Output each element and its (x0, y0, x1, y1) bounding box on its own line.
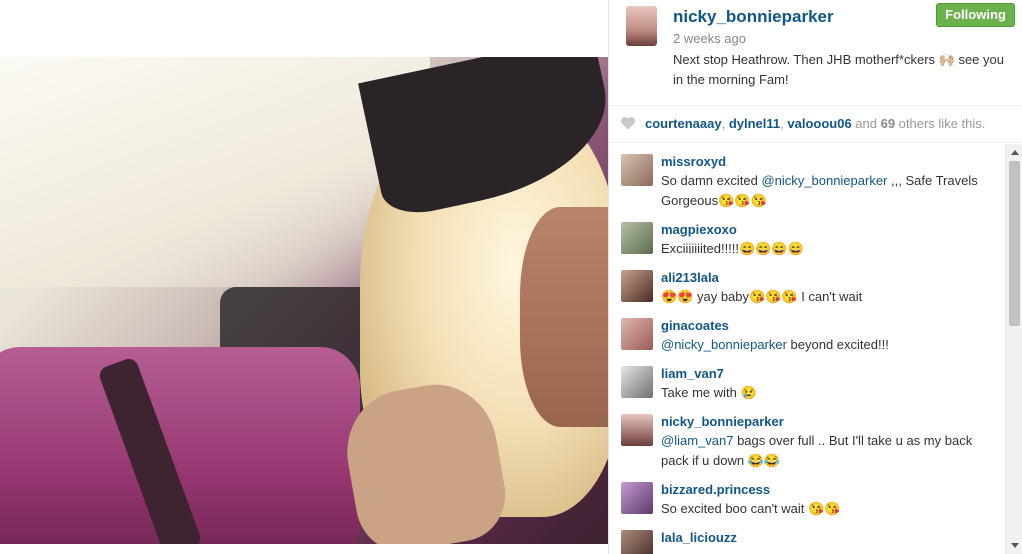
post-header: nicky_bonnieparker Following 2 weeks ago… (609, 0, 1022, 105)
post-photo[interactable] (0, 57, 608, 544)
post-sidebar: nicky_bonnieparker Following 2 weeks ago… (608, 0, 1022, 554)
scroll-thumb[interactable] (1009, 161, 1020, 326)
comments-scrollbar[interactable] (1005, 144, 1022, 554)
comment-username[interactable]: missroxyd (661, 154, 726, 169)
comment-text: 😍😍 yay baby😘😘😘 I can't wait (661, 289, 863, 304)
comment-username[interactable]: liam_van7 (661, 366, 724, 381)
mention-link[interactable]: @liam_van7 (661, 433, 733, 448)
comment-text: @liam_van7 bags over full .. But I'll ta… (661, 433, 973, 468)
commenter-avatar[interactable] (621, 318, 653, 350)
liker-link[interactable]: courtenaaay (645, 116, 722, 131)
commenter-avatar[interactable] (621, 530, 653, 554)
comment-text: Take me with 😢 (661, 385, 757, 400)
post-time[interactable]: 2 weeks ago (673, 31, 746, 46)
author-username[interactable]: nicky_bonnieparker (673, 7, 834, 27)
comment-username[interactable]: bizzared.princess (661, 482, 770, 497)
post-caption: Next stop Heathrow. Then JHB motherf*cke… (673, 52, 1004, 87)
comment-text: @nicky_bonnieparker beyond excited!!! (661, 337, 889, 352)
comment-username[interactable]: magpiexoxo (661, 222, 737, 237)
scroll-down-icon[interactable] (1011, 543, 1019, 548)
commenter-avatar[interactable] (621, 222, 653, 254)
comments-list: missroxyd So damn excited @nicky_bonniep… (609, 144, 1005, 554)
commenter-avatar[interactable] (621, 154, 653, 186)
heart-icon[interactable] (620, 115, 636, 131)
commenter-avatar[interactable] (621, 366, 653, 398)
comment-text: So excited boo can't wait 😘😘 (661, 501, 841, 516)
comment-text: So damn excited @nicky_bonnieparker ,,, … (661, 173, 978, 208)
comment-username[interactable]: ginacoates (661, 318, 729, 333)
commenter-avatar[interactable] (621, 414, 653, 446)
mention-link[interactable]: @nicky_bonnieparker (761, 173, 887, 188)
comment-text: Exciiiiiiited!!!!!😄😄😄😄 (661, 241, 804, 256)
liker-link[interactable]: valooou06 (787, 116, 851, 131)
comment-username[interactable]: nicky_bonnieparker (661, 414, 784, 429)
photo-area (0, 0, 608, 554)
mention-link[interactable]: @nicky_bonnieparker (661, 337, 787, 352)
likes-bar: courtenaaay, dylnel11, valooou06 and 69 … (609, 105, 1022, 143)
likes-summary: courtenaaay, dylnel11, valooou06 and 69 … (645, 116, 986, 131)
comment-username[interactable]: ali213lala (661, 270, 719, 285)
scroll-up-icon[interactable] (1011, 150, 1019, 155)
commenter-avatar[interactable] (621, 482, 653, 514)
comment-username[interactable]: lala_liciouzz (661, 530, 737, 545)
following-button[interactable]: Following (936, 3, 1015, 27)
likes-count[interactable]: 69 (881, 116, 895, 131)
author-avatar[interactable] (626, 6, 657, 46)
liker-link[interactable]: dylnel11 (729, 116, 780, 131)
commenter-avatar[interactable] (621, 270, 653, 302)
